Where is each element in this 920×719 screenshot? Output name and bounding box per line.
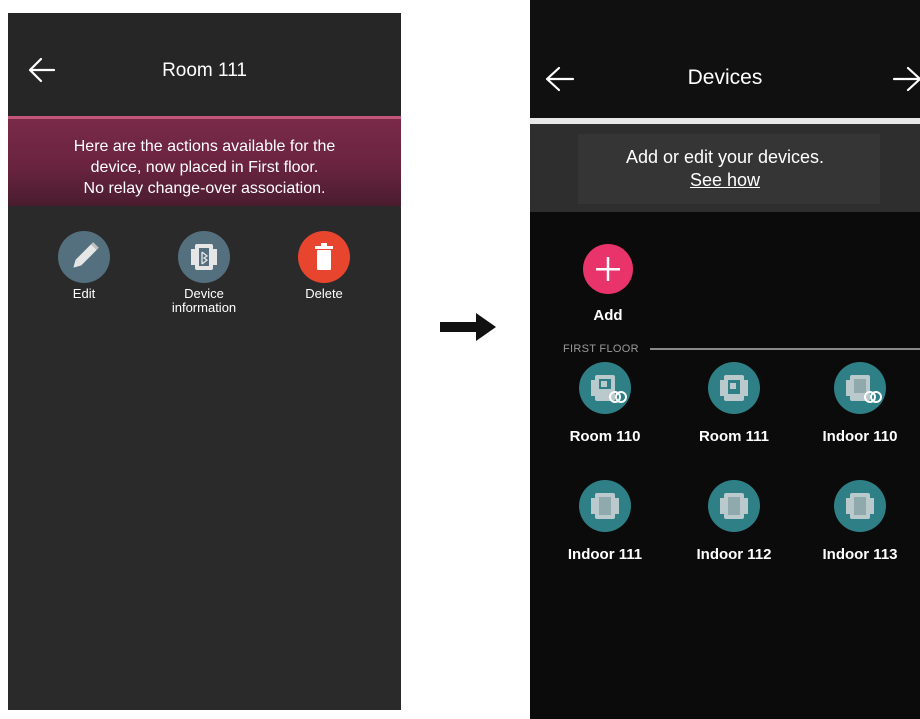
banner-divider <box>8 116 401 119</box>
see-how-row: See how <box>530 170 920 191</box>
add-label: Add <box>593 307 623 324</box>
device-label: Indoor 111 <box>567 546 643 563</box>
banner-line-3: No relay change-over association. <box>83 180 326 197</box>
device-label: Indoor 110 <box>822 428 898 445</box>
right-screen: Devices Add or edit your devices. See ho… <box>530 0 920 719</box>
device-information-action[interactable]: Device information <box>149 231 259 315</box>
device-tile-indoor-111[interactable]: Indoor 111 <box>545 480 665 563</box>
page-title: Devices <box>687 66 763 89</box>
pencil-icon[interactable] <box>58 231 110 283</box>
indoor-device-icon <box>834 480 886 532</box>
forward-arrow-icon[interactable] <box>892 66 920 92</box>
device-label: Indoor 112 <box>696 546 772 563</box>
plus-icon <box>596 257 620 281</box>
transition-arrow-icon <box>440 313 496 341</box>
left-header: Room 111 <box>8 13 401 116</box>
section-divider <box>650 348 920 350</box>
right-header: Devices <box>530 0 920 118</box>
info-banner: Here are the actions available for the d… <box>8 116 401 206</box>
device-information-label: Device information <box>149 287 259 315</box>
help-panel <box>530 124 920 212</box>
indoor-device-icon <box>708 480 760 532</box>
device-info-icon[interactable] <box>178 231 230 283</box>
device-label: Room 110 <box>569 428 641 445</box>
help-text: Add or edit your devices. <box>625 147 825 167</box>
banner-line-1: Here are the actions available for the <box>73 138 336 155</box>
help-panel-inner <box>578 134 880 204</box>
add-device-button[interactable] <box>583 244 633 294</box>
delete-label: Delete <box>305 286 343 301</box>
device-tile-room-111[interactable]: Room 111 <box>674 362 794 445</box>
room-device-icon <box>708 362 760 414</box>
section-header-first-floor: FIRST FLOOR <box>563 343 639 355</box>
device-information-label-line-2: information <box>171 300 237 315</box>
page-title: Room 111 <box>162 60 247 81</box>
device-label: Room 111 <box>698 428 770 445</box>
indoor-device-icon <box>579 480 631 532</box>
edit-action[interactable]: Edit <box>29 231 139 301</box>
banner-line-2: device, now placed in First floor. <box>90 159 319 176</box>
see-how-link[interactable]: See how <box>690 170 760 190</box>
delete-action[interactable]: Delete <box>269 231 379 301</box>
device-information-label-line-1: Device <box>184 286 224 301</box>
left-screen: Room 111 Here are the actions available … <box>8 13 401 710</box>
banner-message: Here are the actions available for the d… <box>18 136 391 199</box>
room-device-link-icon <box>579 362 631 414</box>
device-tile-indoor-110[interactable]: Indoor 110 <box>800 362 920 445</box>
edit-label: Edit <box>72 286 96 301</box>
device-tile-indoor-113[interactable]: Indoor 113 <box>800 480 920 563</box>
indoor-device-link-icon <box>834 362 886 414</box>
device-tile-room-110[interactable]: Room 110 <box>545 362 665 445</box>
trash-icon[interactable] <box>298 231 350 283</box>
device-tile-indoor-112[interactable]: Indoor 112 <box>674 480 794 563</box>
device-label: Indoor 113 <box>822 546 898 563</box>
